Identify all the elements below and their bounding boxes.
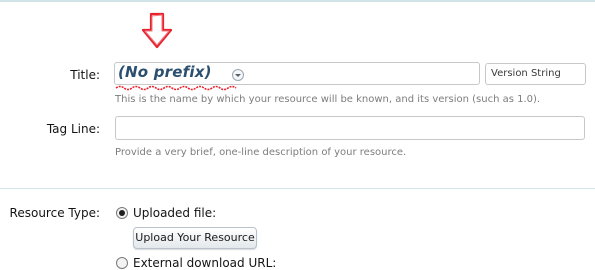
down-arrow-annotation-icon [141,12,173,49]
resource-type-label: Resource Type: [9,206,100,220]
top-divider [0,0,595,2]
uploaded-file-label[interactable]: Uploaded file: [133,206,216,220]
uploaded-file-radio[interactable] [116,207,128,219]
tag-line-hint: Provide a very brief, one-line descripti… [115,147,407,158]
section-divider [0,188,595,189]
tag-line-label: Tag Line: [46,122,100,136]
version-string-input[interactable]: Version String [485,63,586,85]
prefix-selector[interactable]: (No prefix) [118,63,212,81]
tag-line-input[interactable] [115,116,585,140]
red-underline-annotation [115,85,237,91]
upload-resource-button[interactable]: Upload Your Resource [133,227,257,249]
title-label: Title: [70,68,100,82]
chevron-down-icon[interactable] [232,69,244,81]
external-url-label[interactable]: External download URL: [133,256,276,270]
external-url-radio[interactable] [116,257,128,269]
title-hint: This is the name by which your resource … [115,94,541,105]
